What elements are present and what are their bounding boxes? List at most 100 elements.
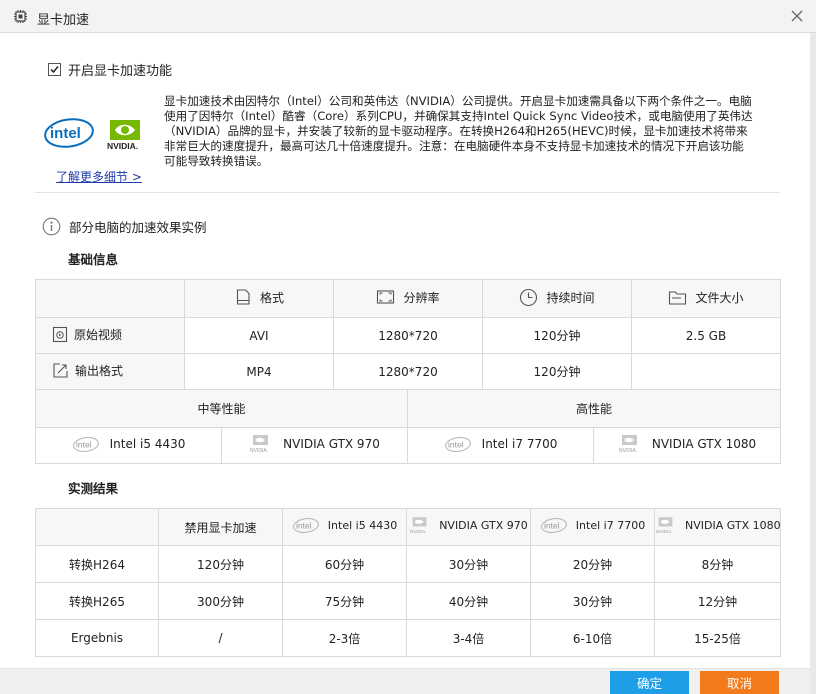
intel-icon: intel xyxy=(292,518,319,533)
svg-text:intel: intel xyxy=(296,521,312,531)
header-label: 持续时间 xyxy=(546,290,595,305)
row-label-text: 输出格式 xyxy=(75,363,124,378)
hardware-label: Intel i7 7700 xyxy=(481,437,558,451)
intel-icon: intel xyxy=(72,436,99,452)
table-row: 原始视频 AVI 1280*720 120分钟 2.5 GB xyxy=(35,317,781,354)
header-label: 文件大小 xyxy=(695,290,744,305)
header-hardware: intel Intel i7 7700 xyxy=(530,508,655,546)
table-cell: 3-4倍 xyxy=(406,619,531,657)
results-title: 实测结果 xyxy=(68,481,119,496)
header-empty-cell xyxy=(35,508,159,546)
hardware-cell: NVIDIA. NVIDIA GTX 970 xyxy=(220,427,409,464)
clock-icon xyxy=(520,288,538,306)
nvidia-icon: NVIDIA. xyxy=(410,517,427,534)
nvidia-logo-icon: NVIDIA. xyxy=(107,120,140,151)
basic-info-table: 格式 分辨率 持续时间 文件大小 原始视频 AVI 1280*720 120分钟… xyxy=(35,279,781,390)
table-cell: 30分钟 xyxy=(406,545,531,583)
header-empty-cell xyxy=(35,279,185,318)
cancel-button[interactable]: 取消 xyxy=(700,671,779,694)
row-label: 转换H264 xyxy=(35,545,159,583)
nvidia-icon: NVIDIA. xyxy=(656,517,673,534)
checkbox-label: 开启显卡加速功能 xyxy=(68,63,173,79)
table-row: 转换H265 300分钟 75分钟 40分钟 30分钟 12分钟 xyxy=(35,582,781,620)
table-cell: 15-25倍 xyxy=(654,619,781,657)
header-no-acceleration: 禁用显卡加速 xyxy=(158,508,283,546)
header-label: NVIDIA GTX 970 xyxy=(439,519,528,532)
title-bar: 显卡加速 xyxy=(0,0,816,33)
table-cell: 120分钟 xyxy=(482,353,632,390)
acceleration-description: 显卡加速技术由因特尔（Intel）公司和英伟达（NVIDIA）公司提供。开启显卡… xyxy=(164,94,753,168)
check-icon xyxy=(50,65,59,73)
header-label: Intel i5 4430 xyxy=(327,519,398,532)
export-icon xyxy=(53,362,68,378)
table-header-row: 禁用显卡加速 intel Intel i5 4430 NVIDIA. NVIDI… xyxy=(35,508,781,546)
intel-logo-text: intel xyxy=(50,125,81,142)
hardware-cell: intel Intel i7 7700 xyxy=(407,427,595,464)
close-icon[interactable] xyxy=(788,7,806,25)
svg-text:NVIDIA.: NVIDIA. xyxy=(619,448,637,454)
divider xyxy=(35,192,780,193)
header-format: 格式 xyxy=(184,279,334,318)
table-cell: 120分钟 xyxy=(482,317,632,354)
table-cell: 2.5 GB xyxy=(631,317,781,354)
svg-text:intel: intel xyxy=(76,439,92,449)
header-label: 分辨率 xyxy=(403,290,440,305)
row-label: 转换H265 xyxy=(35,582,159,620)
header-filesize: 文件大小 xyxy=(631,279,781,318)
header-hardware: NVIDIA. NVIDIA GTX 1080 xyxy=(654,508,781,546)
nvidia-logo-text: NVIDIA. xyxy=(107,141,138,151)
header-hardware: NVIDIA. NVIDIA GTX 970 xyxy=(406,508,531,546)
intel-logo-icon: intel xyxy=(44,118,94,148)
header-label: NVIDIA GTX 1080 xyxy=(685,519,781,532)
folder-icon xyxy=(669,290,687,305)
checkbox-box[interactable] xyxy=(48,62,61,76)
table-cell: 40分钟 xyxy=(406,582,531,620)
table-row: Ergebnis / 2-3倍 3-4倍 6-10倍 15-25倍 xyxy=(35,619,781,657)
table-cell: 6-10倍 xyxy=(530,619,655,657)
mid-performance-label: 中等性能 xyxy=(34,389,409,428)
header-duration: 持续时间 xyxy=(482,279,632,318)
svg-text:NVIDIA.: NVIDIA. xyxy=(410,529,427,534)
table-cell: 120分钟 xyxy=(158,545,283,583)
svg-text:intel: intel xyxy=(544,521,560,531)
resolution-icon xyxy=(377,289,395,304)
high-performance-label: 高性能 xyxy=(407,389,782,428)
table-cell: 300分钟 xyxy=(158,582,283,620)
header-resolution: 分辨率 xyxy=(333,279,483,318)
svg-text:NVIDIA.: NVIDIA. xyxy=(656,529,673,534)
table-cell: 30分钟 xyxy=(530,582,655,620)
basic-info-title: 基础信息 xyxy=(68,252,119,267)
window-edge xyxy=(810,33,816,694)
info-icon xyxy=(42,217,61,236)
svg-text:intel: intel xyxy=(448,439,464,449)
table-cell: AVI xyxy=(184,317,334,354)
ok-button[interactable]: 确定 xyxy=(610,671,689,694)
svg-text:NVIDIA.: NVIDIA. xyxy=(250,448,268,454)
table-cell: 1280*720 xyxy=(333,353,483,390)
intel-icon: intel xyxy=(540,518,567,533)
video-file-icon xyxy=(52,326,68,342)
table-cell: 8分钟 xyxy=(654,545,781,583)
file-format-icon xyxy=(236,289,250,305)
nvidia-icon: NVIDIA. xyxy=(250,435,268,454)
hardware-cell: NVIDIA. NVIDIA GTX 1080 xyxy=(593,427,782,464)
hardware-cell: intel Intel i5 4430 xyxy=(35,427,222,464)
hardware-label: NVIDIA GTX 970 xyxy=(283,437,380,451)
info-row: 部分电脑的加速效果实例 xyxy=(42,217,207,236)
table-cell: 1280*720 xyxy=(333,317,483,354)
nvidia-icon: NVIDIA. xyxy=(619,435,637,454)
header-label: 格式 xyxy=(259,290,284,305)
enable-acceleration-checkbox[interactable]: 开启显卡加速功能 xyxy=(48,61,173,79)
row-label-source: 原始视频 xyxy=(35,317,185,354)
table-header-row: 格式 分辨率 持续时间 文件大小 xyxy=(35,279,781,318)
table-cell: 2-3倍 xyxy=(282,619,407,657)
learn-more-link[interactable]: 了解更多细节 > xyxy=(56,168,142,185)
table-cell: 75分钟 xyxy=(282,582,407,620)
row-label-output: 输出格式 xyxy=(35,353,185,390)
table-cell: 12分钟 xyxy=(654,582,781,620)
table-cell: MP4 xyxy=(184,353,334,390)
row-label: Ergebnis xyxy=(35,619,159,657)
table-cell: / xyxy=(158,619,283,657)
window-title: 显卡加速 xyxy=(37,13,90,28)
table-cell xyxy=(631,353,781,390)
